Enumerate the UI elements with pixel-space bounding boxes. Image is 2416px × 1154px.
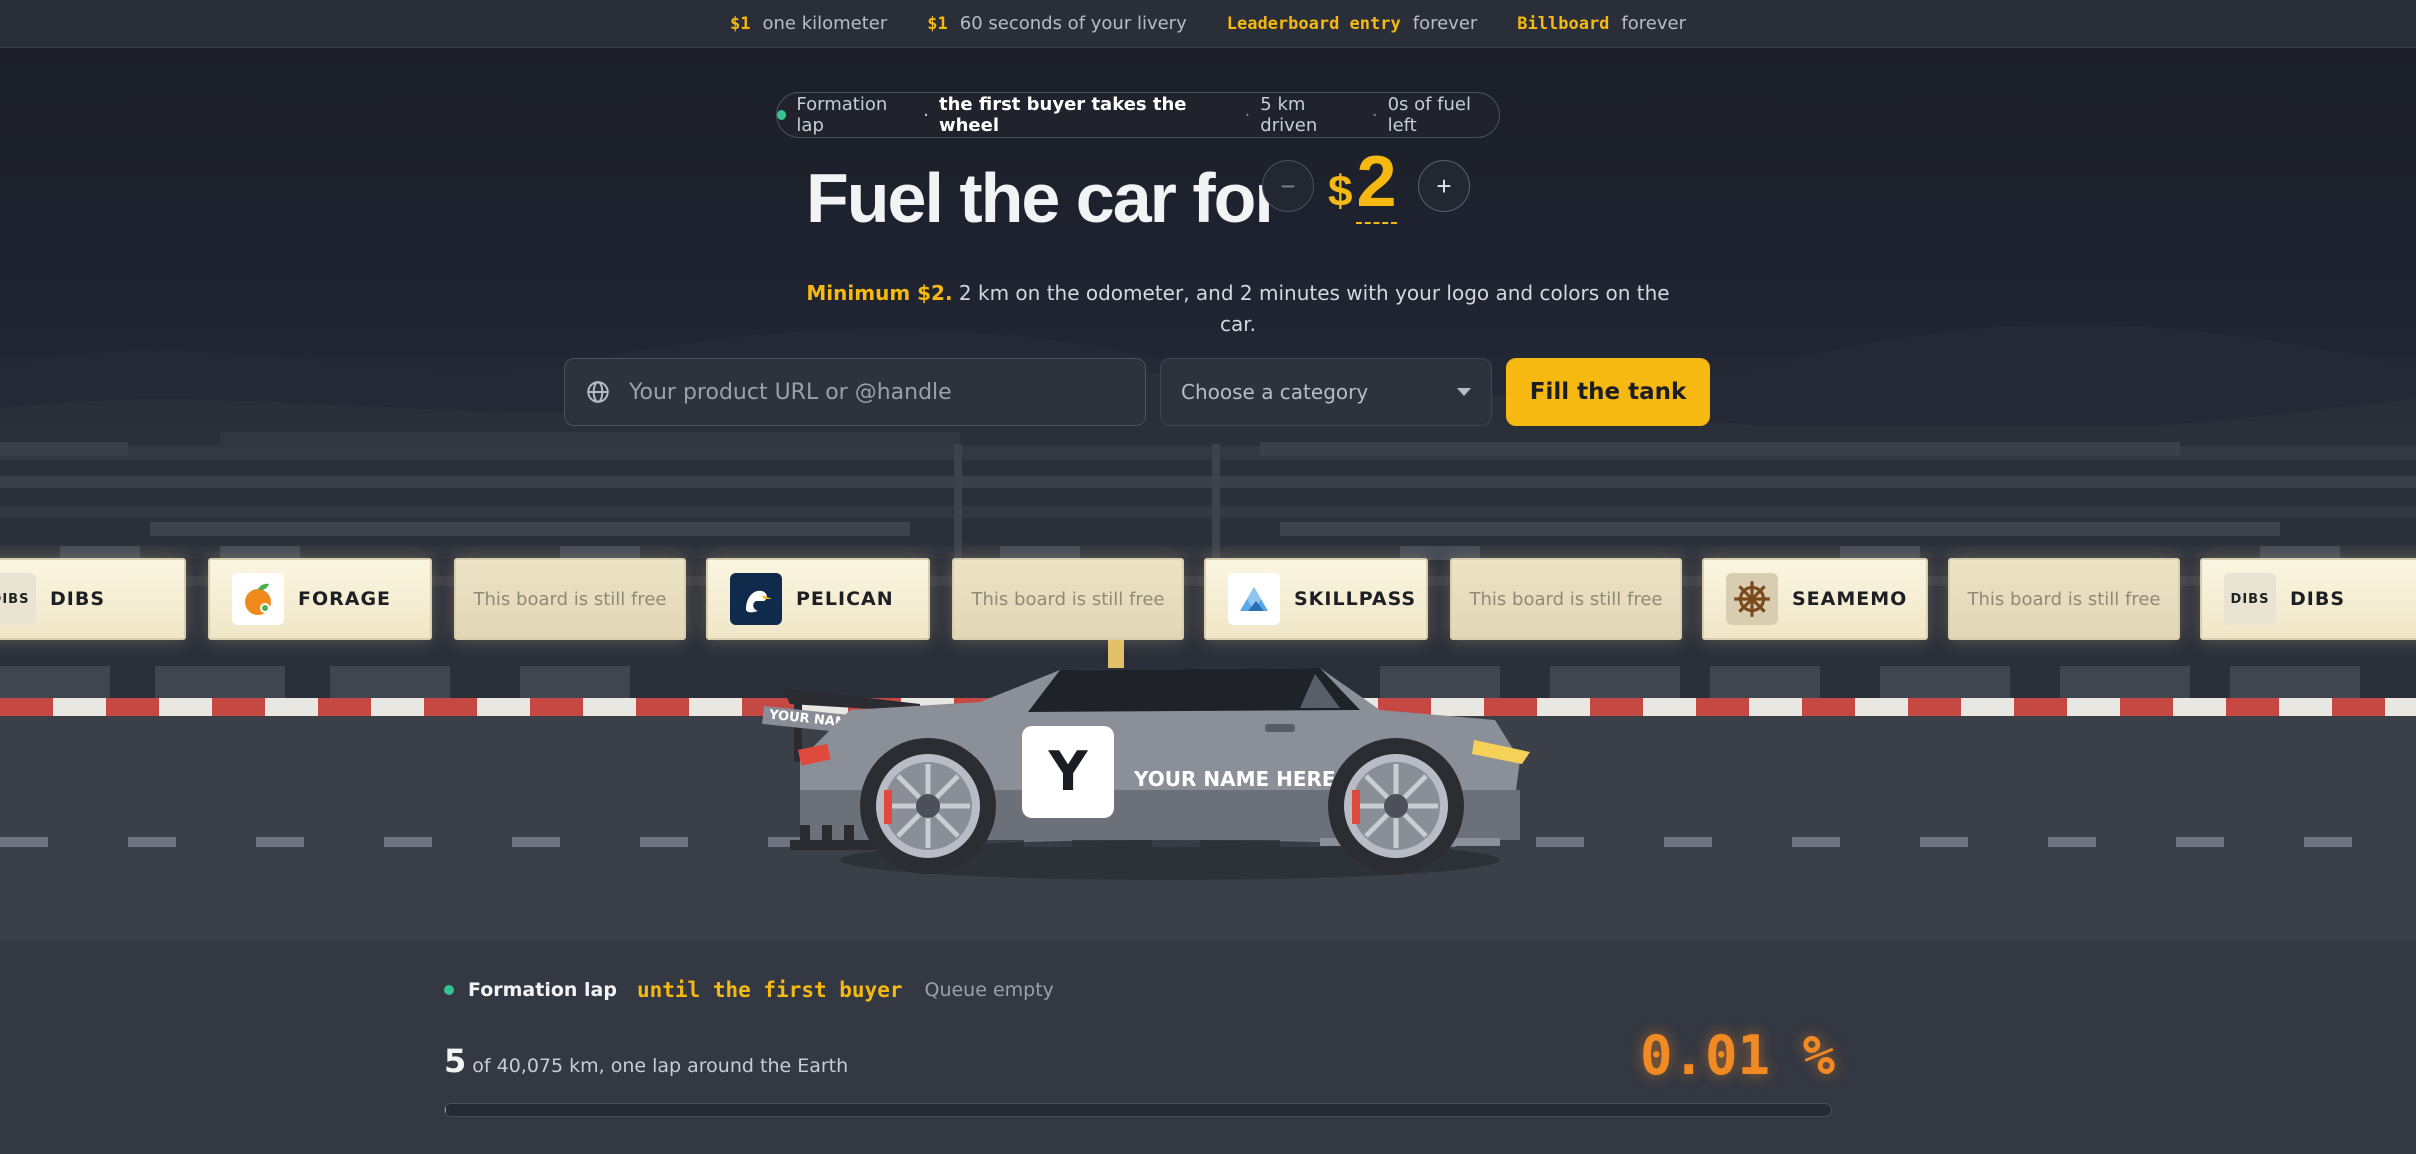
pricing-item: Leaderboard entry forever	[1227, 13, 1478, 34]
status-highlight: the first buyer takes the wheel	[938, 94, 1187, 136]
dibs-logo: DIBS	[2224, 573, 2276, 625]
distance-caption: of 40,075 km, one lap around the Earth	[472, 1055, 849, 1077]
chevron-down-icon	[1457, 388, 1471, 396]
billboard-seamemo[interactable]: SEAMEMO	[1702, 558, 1928, 640]
globe-icon	[587, 381, 609, 403]
billboard-free-label: This board is still free	[971, 588, 1165, 610]
billboard-free-slot[interactable]: This board is still free	[454, 558, 686, 640]
billboard-brand-name: DIBS	[2290, 588, 2346, 610]
live-dot	[777, 110, 787, 120]
front-wheel	[1328, 738, 1464, 874]
billboard-free-slot[interactable]: This board is still free	[1948, 558, 2180, 640]
billboard-skillpass[interactable]: SKILLPASS	[1204, 558, 1428, 640]
status-separator: ·	[1371, 104, 1378, 126]
pricing-price: $1	[730, 14, 751, 34]
minimum-note: Minimum $2.	[806, 281, 953, 305]
product-url-input[interactable]	[629, 379, 1109, 405]
billboard-free-slot[interactable]: This board is still free	[1450, 558, 1682, 640]
increase-amount-button[interactable]: +	[1418, 160, 1470, 212]
dibs-logo-text: DIBS	[2230, 591, 2270, 607]
pricing-price: Billboard	[1517, 14, 1610, 34]
billboard-pelican[interactable]: PELICAN	[706, 558, 930, 640]
billboard-row: DIBS DIBS FORAGE This board is still fre…	[0, 558, 2416, 640]
queue-status: Queue empty	[924, 979, 1054, 1001]
lap-state: Formation lap	[468, 979, 617, 1001]
pricing-item-label: forever	[1621, 13, 1686, 34]
billboard-free-label: This board is still free	[1967, 588, 2161, 610]
pricing-item: $1 one kilometer	[730, 13, 887, 34]
page-title: Fuel the car for	[806, 159, 1282, 237]
car-logo-letter: Y	[1047, 740, 1088, 803]
race-status-pill: Formation lap · the first buyer takes th…	[776, 92, 1500, 138]
pricing-item-label: 60 seconds of your livery	[959, 13, 1187, 34]
mountain-arrow-icon	[1228, 573, 1280, 625]
pricing-item-label: one kilometer	[762, 13, 888, 34]
pricing-bar: $1 one kilometer $1 60 seconds of your l…	[0, 0, 2416, 48]
rear-wheel	[860, 738, 996, 874]
fuel-description: Minimum $2. 2 km on the odometer, and 2 …	[800, 278, 1676, 340]
race-car: YOUR NAME HERE Y YOUR NAME HERE	[762, 640, 1530, 880]
billboard-brand-name: DIBS	[50, 588, 106, 610]
progress-panel	[0, 940, 2416, 1154]
billboard-brand-name: FORAGE	[298, 588, 392, 610]
status-middle-dot: ·	[923, 104, 929, 126]
status-separator: ·	[1244, 104, 1251, 126]
distance-km: 5	[444, 1042, 467, 1080]
orange-icon	[232, 573, 284, 625]
pricing-item: Billboard forever	[1517, 13, 1686, 34]
billboard-free-label: This board is still free	[1469, 588, 1663, 610]
ship-wheel-icon	[1726, 573, 1778, 625]
live-dot	[444, 985, 454, 995]
status-state: Formation lap	[796, 94, 888, 136]
pricing-price: $1	[927, 14, 948, 34]
lap-percent: 0.01 %	[1640, 1024, 1836, 1087]
billboard-free-slot[interactable]: This board is still free	[952, 558, 1184, 640]
billboard-brand-name: SEAMEMO	[1792, 588, 1908, 610]
billboard-free-label: This board is still free	[473, 588, 667, 610]
car-livery-text: YOUR NAME HERE	[1133, 767, 1336, 791]
fuel-amount[interactable]: $ 2	[1328, 146, 1397, 224]
product-url-field[interactable]	[564, 358, 1146, 426]
amount-value[interactable]: 2	[1356, 146, 1397, 224]
billboard-dibs[interactable]: DIBS DIBS	[2200, 558, 2416, 640]
category-select[interactable]: Choose a category	[1160, 358, 1492, 426]
decrease-amount-button[interactable]: −	[1262, 160, 1314, 212]
category-select-value: Choose a category	[1181, 380, 1369, 404]
pricing-price: Leaderboard entry	[1226, 14, 1401, 34]
lap-status-row: Formation lap until the first buyer Queu…	[444, 978, 1054, 1002]
billboard-brand-name: SKILLPASS	[1294, 588, 1417, 610]
pelican-icon	[730, 573, 782, 625]
lap-until: until the first buyer	[636, 978, 903, 1002]
billboard-forage[interactable]: FORAGE	[208, 558, 432, 640]
fill-tank-button[interactable]: Fill the tank	[1506, 358, 1710, 426]
dibs-logo-text: DIBS	[0, 591, 30, 607]
billboard-brand-name: PELICAN	[796, 588, 894, 610]
currency-symbol: $	[1328, 167, 1353, 216]
fuel-description-text: 2 km on the odometer, and 2 minutes with…	[958, 281, 1670, 336]
status-driven: 5 km driven	[1260, 94, 1318, 136]
status-fuel: 0s of fuel left	[1387, 94, 1472, 136]
pricing-item-label: forever	[1412, 13, 1478, 34]
dibs-logo: DIBS	[0, 573, 36, 625]
pricing-item: $1 60 seconds of your livery	[927, 13, 1186, 34]
distance-readout: 5 of 40,075 km, one lap around the Earth	[444, 1042, 848, 1080]
lap-progress-bar	[444, 1103, 1832, 1117]
billboard-dibs[interactable]: DIBS DIBS	[0, 558, 186, 640]
